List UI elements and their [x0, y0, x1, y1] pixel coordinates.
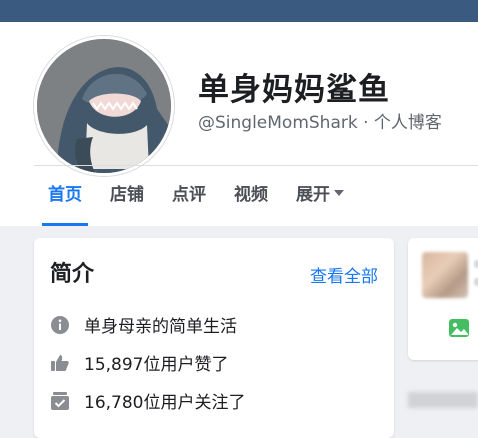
blurred-content — [408, 392, 478, 408]
tab-reviews-label: 点评 — [172, 185, 206, 205]
page-handle: @SingleMomShark · 个人博客 — [198, 113, 442, 133]
intro-description-text: 单身母亲的简单生活 — [84, 317, 237, 337]
page-header: 单身妈妈鲨鱼 @SingleMomShark · 个人博客 首页 店铺 点评 视… — [0, 22, 478, 226]
avatar[interactable] — [34, 36, 174, 176]
see-all-link[interactable]: 查看全部 — [310, 262, 378, 287]
side-card — [408, 238, 478, 360]
intro-row-description: 单身母亲的简单生活 — [50, 312, 237, 337]
shark-plush-photo — [37, 39, 171, 173]
follow-check-icon — [50, 391, 70, 411]
tab-videos-label: 视频 — [234, 185, 268, 205]
photo-icon[interactable] — [448, 318, 470, 338]
likes-count-text: 15,897位用户赞了 — [84, 355, 229, 375]
tab-more-label: 展开 — [296, 185, 330, 205]
intro-row-likes: 15,897位用户赞了 — [50, 350, 228, 375]
tab-home-label: 首页 — [48, 185, 82, 205]
intro-row-followers: 16,780位用户关注了 — [50, 388, 245, 413]
blurred-text — [474, 260, 478, 268]
tab-videos[interactable]: 视频 — [220, 166, 282, 226]
blurred-text — [474, 278, 478, 286]
tab-shop-label: 店铺 — [110, 185, 144, 205]
tab-home[interactable]: 首页 — [34, 166, 96, 226]
thumbs-up-icon — [50, 353, 70, 373]
tab-shop[interactable]: 店铺 — [96, 166, 158, 226]
chevron-down-icon — [334, 190, 344, 196]
tab-reviews[interactable]: 点评 — [158, 166, 220, 226]
intro-title: 简介 — [50, 262, 95, 287]
intro-card: 简介 查看全部 单身母亲的简单生活 15,897位用户赞了 16,780位用户关… — [34, 238, 394, 438]
page-tabs: 首页 店铺 点评 视频 展开 — [34, 166, 358, 226]
info-icon — [50, 315, 70, 335]
followers-count-text: 16,780位用户关注了 — [84, 393, 246, 413]
tab-more[interactable]: 展开 — [282, 166, 358, 226]
page-title: 单身妈妈鲨鱼 — [198, 72, 390, 108]
blurred-thumbnail — [422, 252, 468, 298]
top-bar — [0, 0, 478, 22]
